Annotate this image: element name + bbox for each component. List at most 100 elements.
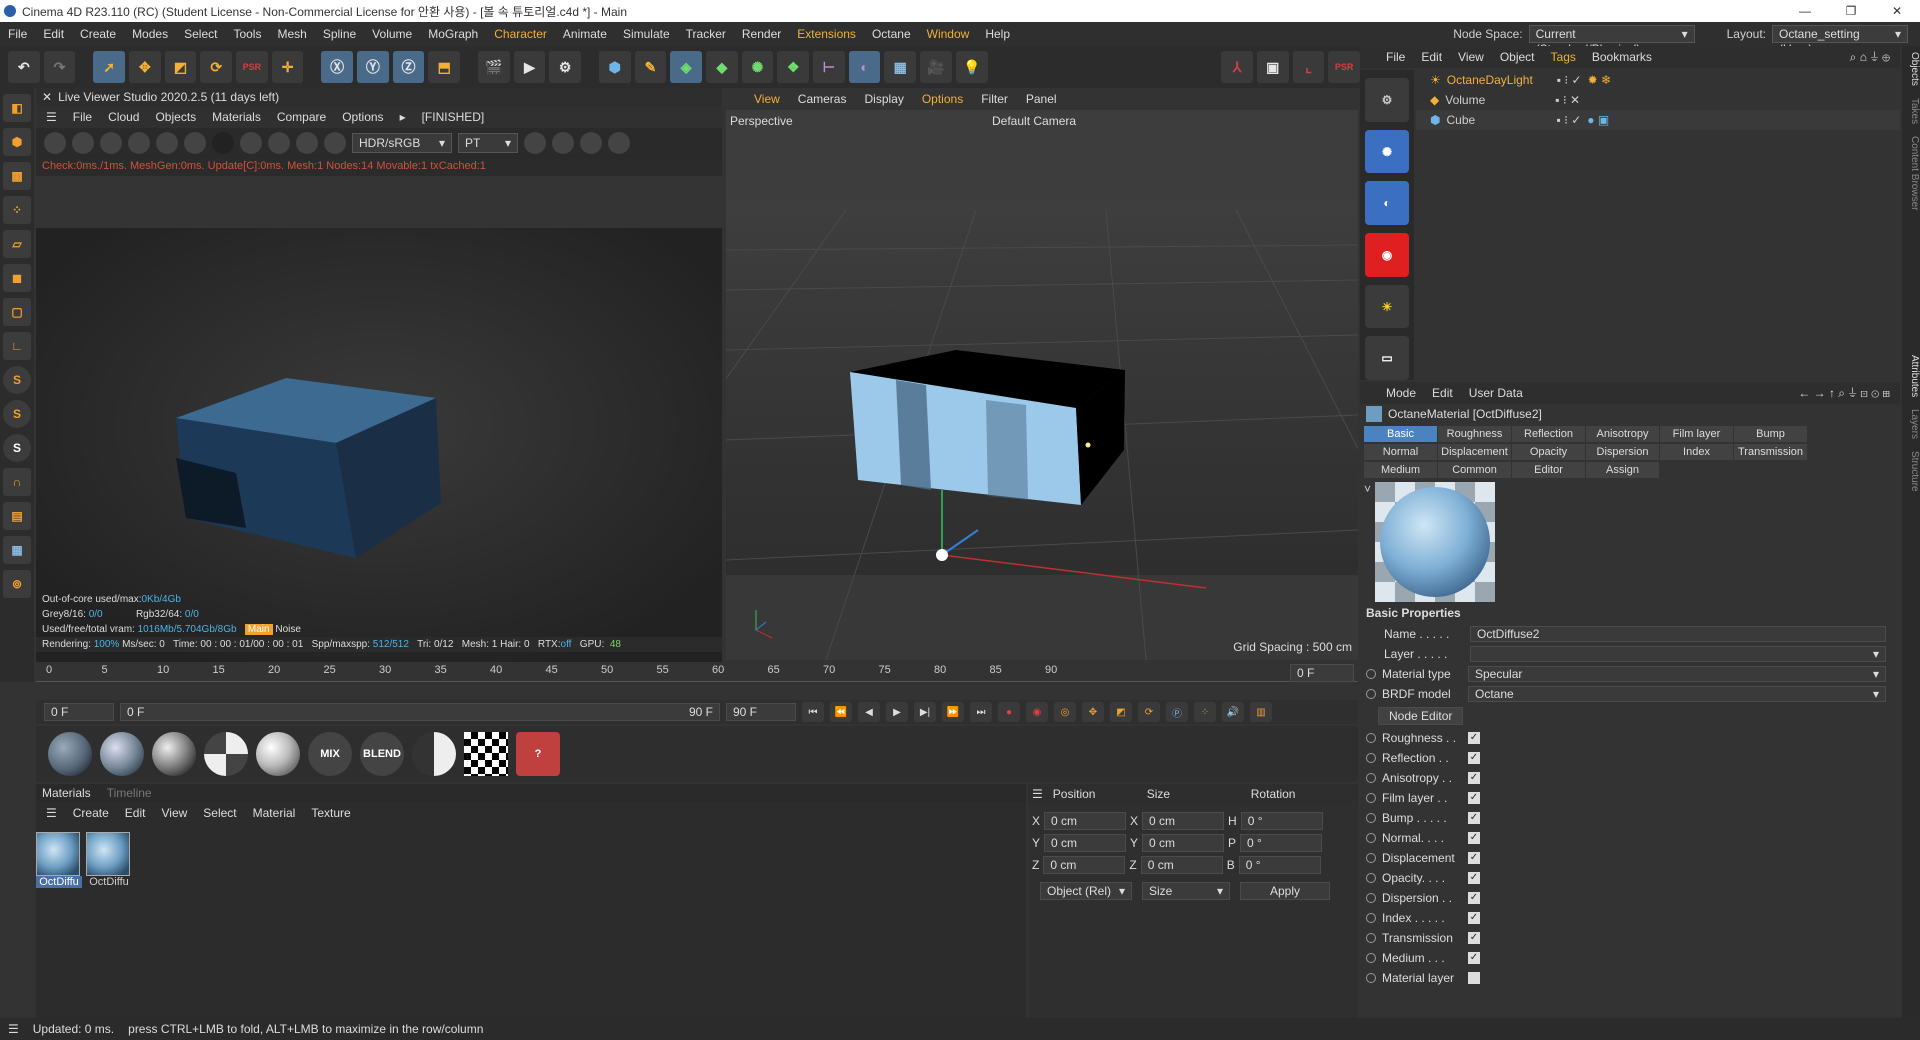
pen-spline-icon[interactable]: ✎ bbox=[634, 51, 667, 83]
sound-icon[interactable]: 🔊 bbox=[1222, 702, 1244, 722]
pos-x-field[interactable]: 0 cm bbox=[1044, 812, 1127, 830]
grid-icon[interactable]: ▦ bbox=[3, 536, 31, 564]
mat-menu-select[interactable]: Select bbox=[203, 806, 236, 820]
tab-editor[interactable]: Editor bbox=[1512, 462, 1586, 478]
film-icon[interactable] bbox=[552, 132, 574, 154]
timeline-ruler[interactable]: 0 5 10 15 20 25 30 35 40 45 50 55 60 65 70 75 80 85 90 0 F bbox=[36, 662, 1358, 704]
rot-b-field[interactable]: 0 ° bbox=[1238, 856, 1321, 874]
keyframe-radio[interactable] bbox=[1366, 753, 1376, 763]
model-mode-icon[interactable]: ⬢ bbox=[3, 128, 31, 156]
lock-icon[interactable] bbox=[184, 132, 206, 154]
tab-dispersion[interactable]: Dispersion bbox=[1586, 444, 1660, 460]
tab-assign[interactable]: Assign bbox=[1586, 462, 1660, 478]
apply-button[interactable]: Apply bbox=[1240, 882, 1330, 900]
keyframe-radio[interactable] bbox=[1366, 793, 1376, 803]
portal-material-icon[interactable] bbox=[412, 732, 456, 776]
channel-checkbox[interactable] bbox=[1468, 972, 1480, 984]
next-frame-icon[interactable]: ▶| bbox=[914, 702, 936, 722]
search-icon[interactable]: ⌕ ⌂ ⏚ ⊕ bbox=[1850, 50, 1900, 65]
channel-checkbox[interactable]: ✓ bbox=[1468, 732, 1480, 744]
maximize-button[interactable]: ❐ bbox=[1828, 0, 1874, 22]
keyframe-radio[interactable] bbox=[1366, 873, 1376, 883]
send-scene-icon[interactable] bbox=[44, 132, 66, 154]
mat-menu-material[interactable]: Material bbox=[253, 806, 296, 820]
prev-frame-icon[interactable]: ◀ bbox=[858, 702, 880, 722]
lv-menu-options[interactable]: Options bbox=[342, 110, 383, 124]
edge-mode-icon[interactable]: ▱ bbox=[3, 230, 31, 258]
hamburger-icon[interactable]: ☰ bbox=[1032, 787, 1043, 801]
material-type-dropdown[interactable]: Specular ▾ bbox=[1468, 666, 1886, 682]
attr-menu-mode[interactable]: Mode bbox=[1386, 386, 1416, 400]
key-pla-icon[interactable]: ⁘ bbox=[1194, 702, 1216, 722]
octane-daylight-icon[interactable]: ☀ bbox=[1365, 284, 1409, 329]
polygon-mode-icon[interactable]: ◼ bbox=[3, 264, 31, 292]
mat-menu-create[interactable]: Create bbox=[73, 806, 109, 820]
blend-material-icon[interactable]: BLEND bbox=[360, 732, 404, 776]
render-settings-icon[interactable]: ⚙ bbox=[549, 51, 582, 83]
om-menu-view[interactable]: View bbox=[1458, 50, 1484, 64]
side-tab-attributes[interactable]: Attributes bbox=[1902, 355, 1920, 397]
f-icon[interactable] bbox=[296, 132, 318, 154]
channel-checkbox[interactable]: ✓ bbox=[1468, 912, 1480, 924]
octane-arealight-icon[interactable]: ▭ bbox=[1365, 336, 1409, 381]
visibility-dots-icon[interactable]: ▪ ⁝ ✕ bbox=[1555, 93, 1580, 107]
timeline-icon[interactable]: ▥ bbox=[1250, 702, 1272, 722]
keyframe-radio[interactable] bbox=[1366, 893, 1376, 903]
keyframe-radio[interactable] bbox=[1366, 773, 1376, 783]
soft-select-icon[interactable]: S bbox=[3, 400, 31, 428]
go-start-icon[interactable]: ⏮ bbox=[802, 702, 824, 722]
hamburger-icon[interactable]: ☰ bbox=[8, 1022, 19, 1036]
menu-extensions[interactable]: Extensions bbox=[789, 27, 864, 41]
lv-menu-objects[interactable]: Objects bbox=[155, 110, 196, 124]
snap-icon[interactable]: ⌞ bbox=[1292, 51, 1325, 83]
lv-menu-file[interactable]: File bbox=[73, 110, 92, 124]
vp-menu-filter[interactable]: Filter bbox=[981, 92, 1008, 106]
add-tool-icon[interactable]: ✛ bbox=[271, 51, 304, 83]
psr-lock-icon[interactable]: PSR bbox=[1328, 51, 1361, 83]
magnet-icon[interactable]: ∩ bbox=[3, 468, 31, 496]
key-param-icon[interactable]: Ⓟ bbox=[1166, 702, 1188, 722]
tab-basic[interactable]: Basic bbox=[1364, 426, 1438, 442]
color-space-dropdown[interactable]: HDR/sRGB ▾ bbox=[352, 133, 452, 153]
node-space-dropdown[interactable]: Current (Standard/Physical) ▾ bbox=[1528, 25, 1695, 56]
keyframe-radio[interactable] bbox=[1366, 733, 1376, 743]
node-editor-button[interactable]: Node Editor bbox=[1378, 707, 1464, 725]
clay-icon[interactable] bbox=[212, 132, 234, 154]
visibility-dots-icon[interactable]: ▪ ⁝ ✓ bbox=[1556, 113, 1581, 127]
cloud-icon[interactable] bbox=[524, 132, 546, 154]
menu-modes[interactable]: Modes bbox=[124, 27, 176, 41]
channel-checkbox[interactable]: ✓ bbox=[1468, 852, 1480, 864]
octane-logo-icon[interactable]: ✺ bbox=[1365, 129, 1409, 174]
viewport-canvas[interactable]: Perspective Default Camera Grid Spacing … bbox=[726, 110, 1358, 660]
layout-dropdown[interactable]: Octane_setting (User) ▾ bbox=[1772, 25, 1908, 56]
channel-checkbox[interactable]: ✓ bbox=[1468, 752, 1480, 764]
tab-timeline[interactable]: Timeline bbox=[107, 786, 152, 800]
om-menu-tags[interactable]: Tags bbox=[1551, 50, 1576, 64]
key-position-icon[interactable]: ✥ bbox=[1082, 702, 1104, 722]
y-axis-icon[interactable]: Ⓨ bbox=[357, 51, 389, 83]
side-tab-content-browser[interactable]: Content Browser bbox=[1902, 136, 1920, 210]
select-tool-icon[interactable]: ➚ bbox=[93, 51, 125, 83]
size-y-field[interactable]: 0 cm bbox=[1142, 834, 1225, 852]
key-scale-icon[interactable]: ◩ bbox=[1110, 702, 1132, 722]
attr-menu-edit[interactable]: Edit bbox=[1432, 386, 1453, 400]
name-field[interactable]: OctDiffuse2 bbox=[1470, 626, 1886, 642]
material-item[interactable]: OctDiffu bbox=[86, 832, 132, 888]
checker-ball-icon[interactable] bbox=[204, 732, 248, 776]
vp-menu-options[interactable]: Options bbox=[922, 92, 963, 106]
key-rotation-icon[interactable]: ⟳ bbox=[1138, 702, 1160, 722]
nav-arrows-icon[interactable]: ← → ↑ ⌕ ⏚ ⊡ ⊙ ⊞ bbox=[1798, 386, 1900, 401]
mat-menu-view[interactable]: View bbox=[161, 806, 187, 820]
octane-render-camera-icon[interactable]: ◉ bbox=[1365, 233, 1409, 277]
keyframe-radio[interactable] bbox=[1366, 833, 1376, 843]
tab-displacement[interactable]: Displacement bbox=[1438, 444, 1512, 460]
floor-icon[interactable]: ▦ bbox=[884, 51, 917, 83]
material-item[interactable]: OctDiffu bbox=[36, 832, 82, 888]
menu-mograph[interactable]: MoGraph bbox=[420, 27, 486, 41]
tab-reflection[interactable]: Reflection bbox=[1512, 426, 1586, 442]
size-z-field[interactable]: 0 cm bbox=[1140, 856, 1223, 874]
extrude-icon[interactable]: ◆ bbox=[706, 51, 738, 83]
menu-edit[interactable]: Edit bbox=[35, 27, 72, 41]
autokey-icon[interactable]: ◉ bbox=[1026, 702, 1048, 722]
deformer-icon[interactable]: ⊢ bbox=[813, 51, 845, 83]
